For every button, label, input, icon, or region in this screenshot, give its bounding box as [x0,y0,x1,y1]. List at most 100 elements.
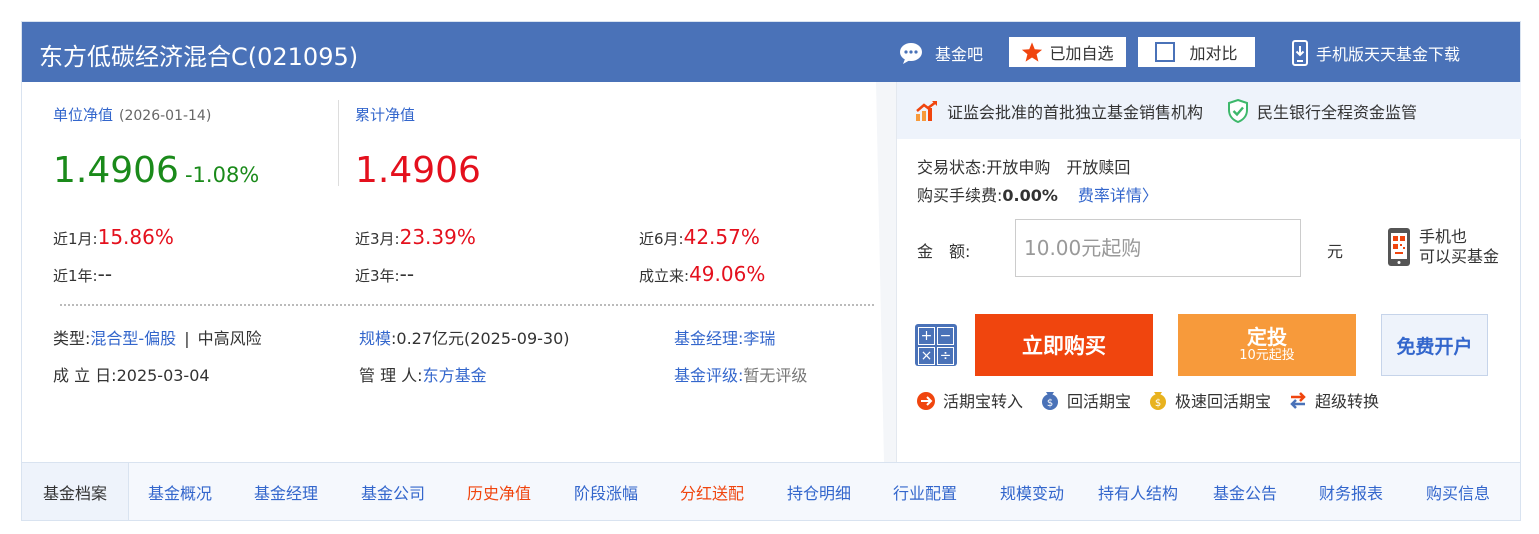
amount-label: 金 额: [917,242,971,261]
fund-header: 东方低碳经济混合C(021095) 基金吧 已加自选 加对比 手机版天天基金下载 [22,22,1520,82]
tab-purchase-info[interactable]: 购买信息 [1426,463,1490,520]
perf-value: -- [97,262,113,286]
perf-3y: 近3年:-- [355,262,414,286]
tab-announcements[interactable]: 基金公告 [1213,463,1277,520]
fund-bar-link[interactable]: 基金吧 [899,39,983,67]
buy-now-button[interactable]: 立即购买 [975,314,1153,376]
tab-industry[interactable]: 行业配置 [893,463,957,520]
trust-item-bank: 民生银行全程资金监管 [1227,98,1417,123]
rating-value: 暂无评级 [743,366,808,385]
gold-bag-icon: $ [1147,389,1169,411]
dingtou-button[interactable]: 定投 10元起投 [1178,314,1356,376]
tab-financials[interactable]: 财务报表 [1319,463,1383,520]
top-clipped-text [0,0,14,11]
fund-type-link[interactable]: 混合型-偏股 [90,329,176,348]
trade-status-redeem: 开放赎回 [1066,158,1131,177]
fee-label: 购买手续费: [917,186,1003,205]
inception-label: 成 立 日: [53,366,117,385]
amount-unit: 元 [1327,242,1344,261]
perf-label: 近1年: [53,267,98,285]
trust-item-regulator: 证监会批准的首批独立基金销售机构 [915,99,1203,123]
tab-history-nav[interactable]: 历史净值 [467,463,531,520]
fund-scale-link[interactable]: 规模 [359,329,391,348]
fund-type-row: 类型:混合型-偏股 | 中高风险 [53,325,262,349]
fund-title: 东方低碳经济混合C(021095) [39,43,359,71]
dingtou-label: 定投 [1247,325,1287,349]
tab-holder-structure[interactable]: 持有人结构 [1098,463,1178,520]
fast-back-huoqibao-label: 极速回活期宝 [1175,392,1272,411]
tab-managers[interactable]: 基金经理 [254,463,318,520]
trade-panel: 证监会批准的首批独立基金销售机构 民生银行全程资金监管 交易状态:开放申购 开放赎… [896,82,1521,462]
fund-bar-label: 基金吧 [935,45,984,64]
unit-nav-date: (2026-01-14) [119,108,212,124]
manager-company-link[interactable]: 东方基金 [423,366,487,385]
watchlist-button[interactable]: 已加自选 [1009,37,1126,67]
fund-manager-row: 基金经理:李瑞 [674,325,775,349]
pipe-separator: | [184,329,190,348]
rating-row: 基金评级:暂无评级 [674,362,807,386]
back-huoqibao-label: 回活期宝 [1067,392,1132,411]
compare-label: 加对比 [1189,44,1238,63]
dingtou-sublabel: 10元起投 [1239,348,1295,363]
back-huoqibao-link[interactable]: $ 回活期宝 [1039,388,1131,412]
tab-dividends[interactable]: 分红送配 [680,463,744,520]
perf-label: 近3年: [355,267,400,285]
watchlist-label: 已加自选 [1049,44,1114,63]
perf-value: 15.86% [97,225,174,249]
trade-status-buy: 开放申购 [986,158,1051,177]
huoqibao-in-link[interactable]: 活期宝转入 [915,388,1023,412]
mobile-buy-promo[interactable]: 手机也 可以买基金 [1387,227,1499,267]
cumulative-nav-label[interactable]: 累计净值 [355,104,415,125]
mobile-download-label: 手机版天天基金下载 [1316,45,1461,64]
trust-item-regulator-text: 证监会批准的首批独立基金销售机构 [947,102,1204,122]
fund-overview: 单位净值 (2026-01-14) 1.4906 -1.08% 累计净值 1.490… [22,82,896,462]
huoqibao-icon [915,389,937,411]
unit-nav-label[interactable]: 单位净值 (2026-01-14) [53,104,211,125]
plus-icon: + [918,327,935,345]
tab-fund-archive[interactable]: 基金档案 [22,463,129,520]
super-convert-label: 超级转换 [1315,392,1380,411]
fee-detail-link[interactable]: 费率详情〉 [1078,186,1158,205]
tab-scale-change[interactable]: 规模变动 [1000,463,1064,520]
shield-check-icon [1227,98,1249,123]
swap-arrows-icon [1287,389,1309,411]
calculator-icon[interactable]: + − × ÷ [915,324,957,366]
fund-manager-label[interactable]: 基金经理: [674,329,743,348]
mobile-download-link[interactable]: 手机版天天基金下载 [1292,39,1460,67]
svg-text:$: $ [1047,398,1053,409]
unit-nav-label-text: 单位净值 [53,106,114,124]
super-convert-link[interactable]: 超级转换 [1287,388,1379,412]
rating-label[interactable]: 基金评级: [674,366,743,385]
perf-label: 近6月: [639,230,684,248]
free-account-button[interactable]: 免费开户 [1381,314,1488,376]
manager-company-row: 管 理 人:东方基金 [359,362,487,386]
tab-holdings[interactable]: 持仓明细 [787,463,851,520]
mobile-promo-line2: 可以买基金 [1419,247,1500,266]
perf-label: 近3月: [355,230,400,248]
cumulative-nav-value: 1.4906 [355,150,481,191]
perf-label: 近1月: [53,230,98,248]
perf-value: 23.39% [399,225,476,249]
perf-1m: 近1月:15.86% [53,225,174,249]
phone-download-icon [1292,40,1308,66]
fund-card: 东方低碳经济混合C(021095) 基金吧 已加自选 加对比 手机版天天基金下载 [21,21,1521,521]
mobile-promo-line1: 手机也 [1419,227,1468,246]
tab-stage-returns[interactable]: 阶段涨幅 [574,463,638,520]
amount-input[interactable] [1015,219,1301,277]
tab-company[interactable]: 基金公司 [361,463,425,520]
fast-back-huoqibao-link[interactable]: $ 极速回活期宝 [1147,388,1271,412]
perf-value: -- [399,262,415,286]
perf-3m: 近3月:23.39% [355,225,476,249]
fee-row: 购买手续费:0.00% 费率详情〉 [917,182,1158,206]
fund-manager-link[interactable]: 李瑞 [743,329,775,348]
unit-nav-value: 1.4906 [53,150,179,191]
risk-level: 中高风险 [197,329,262,348]
tab-overview[interactable]: 基金概况 [148,463,212,520]
inception-row: 成 立 日:2025-03-04 [53,362,210,386]
dotted-divider [60,304,874,306]
minus-icon: − [937,327,954,345]
trust-bar: 证监会批准的首批独立基金销售机构 民生银行全程资金监管 [897,82,1521,139]
transfer-links: 活期宝转入 $ 回活期宝 $ 极速回活期宝 超级转换 [915,388,1379,412]
compare-button[interactable]: 加对比 [1138,37,1255,67]
checkbox-icon [1155,42,1176,62]
